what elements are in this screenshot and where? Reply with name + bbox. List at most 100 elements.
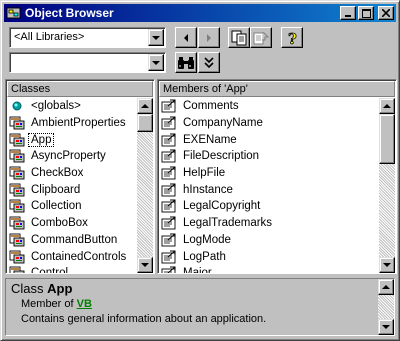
scroll-up-button[interactable] [379, 98, 395, 114]
list-item[interactable]: Control [7, 265, 137, 273]
property-icon [161, 133, 177, 147]
maximize-button[interactable] [358, 6, 374, 20]
list-item[interactable]: ContainedControls [7, 248, 137, 265]
list-item[interactable]: ComboBox [7, 215, 137, 232]
property-icon [161, 149, 177, 163]
list-item[interactable]: HelpFile [159, 165, 379, 182]
list-item[interactable]: CheckBox [7, 165, 137, 182]
library-select-dropdown-button[interactable] [148, 29, 164, 46]
list-item-label: HelpFile [183, 167, 226, 180]
property-icon [161, 233, 177, 247]
property-icon [161, 166, 177, 180]
list-item-label: EXEName [183, 133, 237, 146]
chevron-down-icon [152, 35, 160, 40]
property-icon [161, 199, 177, 213]
help-button[interactable]: ? [281, 27, 303, 48]
copy-to-clipboard-button[interactable] [228, 27, 250, 48]
property-icon [161, 99, 177, 113]
scroll-thumb[interactable] [137, 114, 153, 132]
library-link[interactable]: VB [77, 298, 92, 310]
list-item[interactable]: AsyncProperty [7, 148, 137, 165]
list-item-label: CompanyName [183, 117, 263, 130]
classes-pane: Classes <globals> AmbientProperties App Asy… [5, 79, 155, 274]
list-item[interactable]: <globals> [7, 98, 137, 115]
list-item-label: LegalCopyright [183, 200, 261, 213]
forward-arrow-icon [207, 33, 211, 42]
details-name: App [47, 281, 73, 296]
property-icon [161, 116, 177, 130]
list-item[interactable]: LogMode [159, 232, 379, 249]
search-button[interactable] [175, 52, 197, 73]
list-item-label: App [27, 132, 55, 147]
close-button[interactable] [378, 6, 394, 20]
scroll-down-button[interactable] [137, 257, 153, 273]
object-browser-icon [6, 6, 22, 20]
list-item[interactable]: CompanyName [159, 115, 379, 132]
list-item[interactable]: FileDescription [159, 148, 379, 165]
class-icon [9, 233, 25, 247]
details-pane: Class App Member of VB Contains general … [5, 278, 395, 336]
search-text-select[interactable] [9, 52, 166, 73]
go-back-button[interactable] [175, 27, 197, 48]
list-item[interactable]: Major [159, 265, 379, 273]
members-header[interactable]: Members of 'App' [159, 81, 395, 97]
chevron-up-icon [382, 285, 390, 289]
double-chevron-down-icon [204, 56, 214, 68]
scroll-thumb[interactable] [379, 114, 395, 164]
list-item[interactable]: LegalTrademarks [159, 215, 379, 232]
chevron-up-icon [141, 104, 149, 108]
class-icon [9, 133, 25, 147]
list-item-label: LegalTrademarks [183, 217, 273, 230]
globals-icon [9, 99, 25, 113]
details-kind: Class [11, 281, 44, 296]
list-item[interactable]: Comments [159, 98, 379, 115]
property-icon [161, 183, 177, 197]
list-item-label: LogMode [183, 233, 231, 246]
list-item-label: LogPath [183, 250, 226, 263]
scroll-down-button[interactable] [379, 257, 395, 273]
list-item-label: Clipboard [31, 183, 81, 196]
list-item-label: ContainedControls [31, 250, 127, 263]
list-item-label: Comments [183, 100, 239, 113]
class-icon [9, 166, 25, 180]
list-item[interactable]: AmbientProperties [7, 115, 137, 132]
chevron-down-icon [152, 60, 160, 65]
search-text-dropdown-button[interactable] [148, 54, 164, 71]
view-definition-button[interactable] [250, 27, 272, 48]
chevron-up-icon [383, 104, 391, 108]
classes-scrollbar[interactable] [137, 98, 153, 273]
list-item[interactable]: CommandButton [7, 232, 137, 249]
scroll-down-button[interactable] [378, 319, 394, 335]
members-list: Comments CompanyName EXEName FileDescriptio… [159, 98, 379, 273]
show-hide-search-results-button[interactable] [198, 52, 220, 73]
list-item[interactable]: App [7, 131, 137, 148]
property-icon [161, 216, 177, 230]
go-forward-button[interactable] [198, 27, 220, 48]
title-bar[interactable]: Object Browser [4, 4, 396, 22]
minimize-button[interactable] [340, 6, 356, 20]
copy-icon [231, 30, 247, 45]
list-item[interactable]: LogPath [159, 248, 379, 265]
class-icon [9, 250, 25, 264]
close-icon [382, 9, 390, 17]
scroll-up-button[interactable] [137, 98, 153, 114]
library-select[interactable]: <All Libraries> [9, 27, 166, 48]
help-question-icon: ? [288, 30, 298, 46]
list-item[interactable]: EXEName [159, 131, 379, 148]
list-item[interactable]: Collection [7, 198, 137, 215]
list-item[interactable]: Clipboard [7, 181, 137, 198]
class-icon [9, 216, 25, 230]
chevron-down-icon [141, 263, 149, 267]
back-arrow-icon [184, 33, 188, 42]
members-scrollbar[interactable] [379, 98, 395, 273]
details-scrollbar[interactable] [378, 279, 394, 335]
details-title: Class App [11, 281, 72, 296]
classes-header[interactable]: Classes [7, 81, 153, 97]
list-item[interactable]: LegalCopyright [159, 198, 379, 215]
class-icon [9, 116, 25, 130]
list-item-label: <globals> [31, 100, 81, 113]
list-item[interactable]: hInstance [159, 181, 379, 198]
list-item-label: AsyncProperty [31, 150, 106, 163]
scroll-up-button[interactable] [378, 279, 394, 295]
classes-list: <globals> AmbientProperties App AsyncProper… [7, 98, 137, 273]
